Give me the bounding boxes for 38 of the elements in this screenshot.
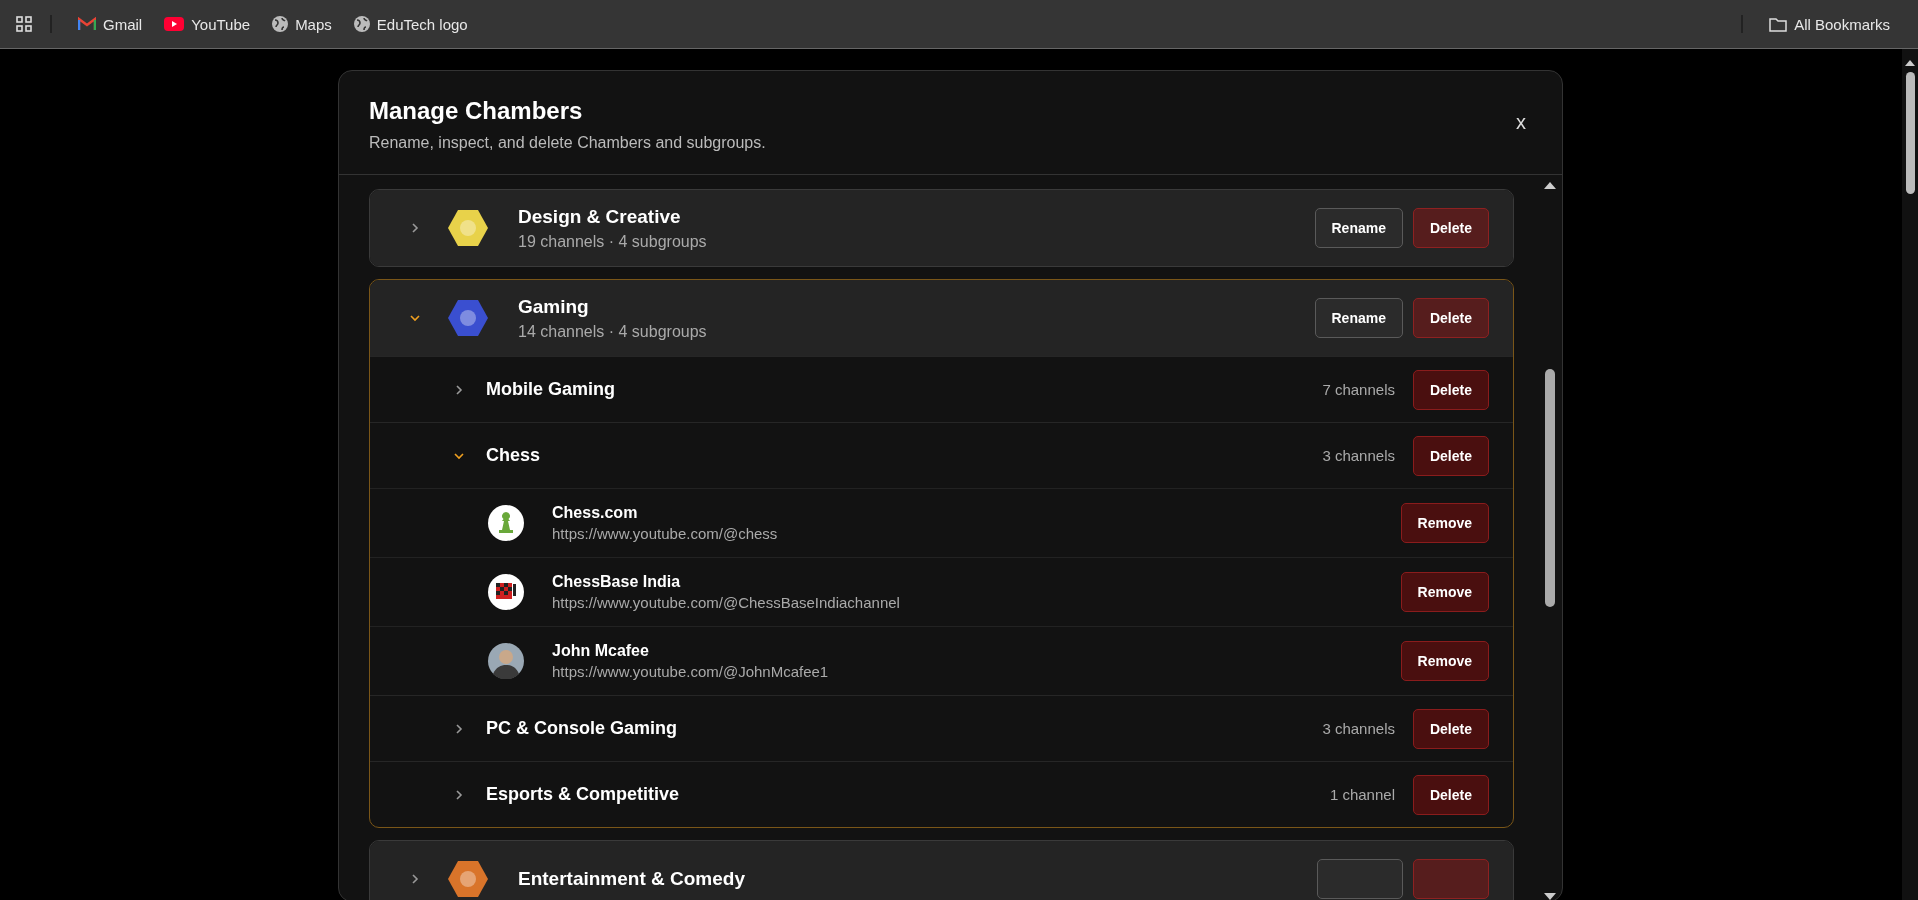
- channel-count: 7 channels: [1322, 381, 1395, 398]
- bookmark-link[interactable]: EduTech logo: [345, 11, 476, 37]
- delete-button[interactable]: Delete: [1412, 369, 1489, 410]
- dialog-subtitle: Rename, inspect, and delete Chambers and subgroups.: [369, 134, 766, 152]
- chamber-summary: 19 channels · 4 subgroups: [518, 232, 708, 251]
- chamber-name: Entertainment & Comedy: [518, 868, 746, 890]
- subgroup-name: PC & Console Gaming: [486, 718, 679, 739]
- chamber-name: Design & Creative: [518, 205, 682, 228]
- remove-button[interactable]: Remove: [1400, 641, 1489, 681]
- subgroup-name: Chess: [486, 445, 542, 466]
- channel-url: https://www.youtube.com/@ChessBaseIndiachannel: [552, 594, 901, 611]
- dialog-title: Manage Chambers: [369, 97, 584, 125]
- rename-button[interactable]: Rename: [1314, 298, 1403, 338]
- delete-button[interactable]: Delete: [1412, 435, 1489, 476]
- delete-button[interactable]: Delete: [1412, 208, 1489, 248]
- channel-count: 1 channel: [1329, 786, 1395, 803]
- channel-count: 3 channels: [1322, 447, 1395, 464]
- bookmark-link[interactable]: YouTube: [156, 11, 259, 37]
- bookmark-link[interactable]: Maps: [264, 11, 340, 37]
- channel-name: Chess.com: [552, 504, 639, 522]
- channel-name: ChessBase India: [552, 573, 682, 591]
- subgroup-name: Esports & Competitive: [486, 784, 681, 805]
- channel-name: John Mcafee: [552, 642, 650, 660]
- chamber-summary: 14 channels · 4 subgroups: [518, 322, 708, 341]
- subgroup-name: Mobile Gaming: [486, 379, 616, 400]
- delete-button[interactable]: Delete: [1412, 774, 1489, 815]
- channel-url: https://www.youtube.com/@JohnMcafee1: [552, 663, 830, 680]
- rename-button[interactable]: Rename: [1314, 208, 1403, 248]
- delete-button[interactable]: Delete: [1412, 298, 1489, 338]
- bookmark-link[interactable]: Gmail: [70, 11, 151, 37]
- close-button[interactable]: x: [1510, 97, 1532, 134]
- all-bookmarks-link[interactable]: All Bookmarks: [1761, 11, 1898, 37]
- remove-button[interactable]: Remove: [1400, 572, 1489, 612]
- channel-count: 3 channels: [1322, 720, 1395, 737]
- delete-button[interactable]: Delete: [1412, 708, 1489, 749]
- chamber-name: Gaming: [518, 295, 590, 318]
- channel-url: https://www.youtube.com/@chess: [552, 525, 779, 542]
- remove-button[interactable]: Remove: [1400, 503, 1489, 543]
